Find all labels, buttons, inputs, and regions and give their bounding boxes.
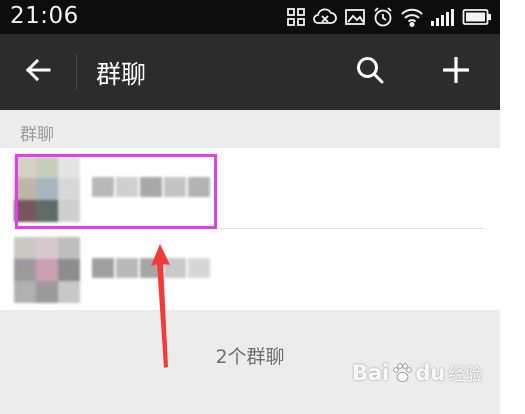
- grid-icon: [286, 7, 306, 27]
- section-header: 群聊: [20, 125, 54, 145]
- arrow-left-icon: [24, 56, 52, 88]
- status-time: 21:06: [10, 3, 79, 29]
- watermark-label: 经验: [448, 365, 483, 385]
- screen: 21:06 群聊 群聊 2个群聊 Bai du 经验: [0, 0, 500, 414]
- group-avatar: [14, 156, 80, 222]
- group-list-item[interactable]: [0, 148, 500, 229]
- wifi-icon: [400, 7, 424, 27]
- back-button[interactable]: [16, 52, 60, 92]
- search-button[interactable]: [350, 52, 390, 92]
- status-bar: 21:06: [0, 0, 500, 34]
- alarm-icon: [372, 6, 394, 28]
- action-bar-divider: [76, 54, 77, 90]
- add-button[interactable]: [436, 52, 476, 92]
- cloud-x-icon: [312, 7, 338, 27]
- group-list: [0, 148, 500, 310]
- search-icon: [355, 55, 385, 89]
- group-list-item[interactable]: [0, 229, 500, 310]
- watermark-brand: Bai: [352, 360, 390, 385]
- battery-icon: [462, 7, 492, 27]
- signal-icon: [430, 7, 456, 27]
- watermark-brand-suffix: du: [415, 360, 446, 385]
- image-icon: [344, 7, 366, 27]
- plus-icon: [441, 55, 471, 89]
- status-icons: [286, 5, 492, 29]
- paw-icon: [393, 362, 413, 382]
- baidu-watermark: Bai du 经验: [352, 360, 483, 386]
- page-title: 群聊: [96, 60, 147, 89]
- group-name: [92, 173, 210, 201]
- action-bar: 群聊: [0, 34, 500, 110]
- group-avatar: [14, 237, 80, 303]
